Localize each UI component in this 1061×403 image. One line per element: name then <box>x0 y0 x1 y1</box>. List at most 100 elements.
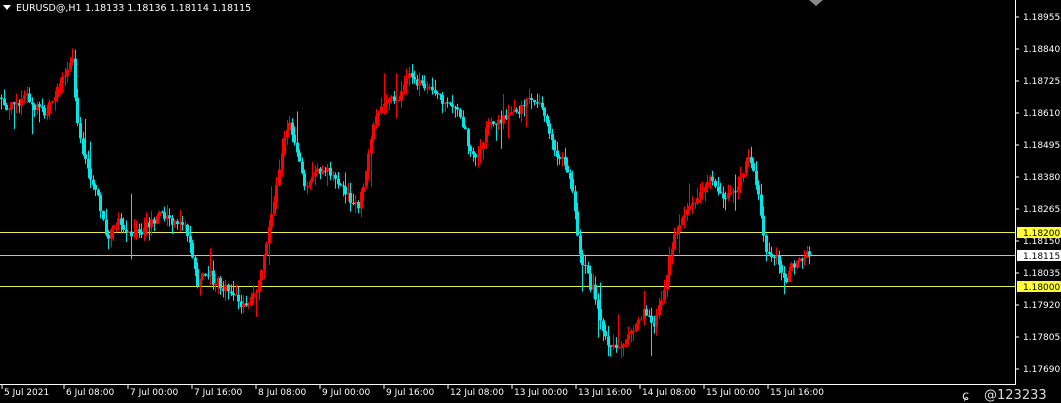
candle-body <box>89 168 92 180</box>
candle-body <box>617 347 620 349</box>
candle-body <box>431 86 434 91</box>
time-tick-label: 15 Jul 00:00 <box>706 388 760 398</box>
candle-body <box>145 222 148 229</box>
candle-body <box>102 210 105 220</box>
time-tick-label: 7 Jul 00:00 <box>130 388 179 398</box>
candle-body <box>597 299 600 309</box>
candle-body <box>487 124 490 129</box>
candle-body <box>87 158 90 169</box>
candle-body <box>393 96 396 102</box>
candle-body <box>0 97 3 99</box>
candle-body <box>173 221 176 225</box>
candle-body <box>609 345 612 347</box>
candle-body <box>135 229 138 236</box>
candle-body <box>194 257 197 270</box>
candle-body <box>258 280 261 293</box>
candle-body <box>673 234 676 249</box>
price-tick-label: 1.18955 <box>1023 13 1060 23</box>
candle-body <box>252 293 255 297</box>
candle-body <box>301 161 304 174</box>
candle-body <box>375 115 378 125</box>
watermark-icon: ɕ <box>962 389 969 403</box>
candle-body <box>645 309 648 316</box>
candle-body <box>38 104 41 107</box>
candle-body <box>31 102 34 105</box>
candle-body <box>51 101 54 103</box>
candle-body <box>479 148 482 155</box>
candle-body <box>704 187 707 193</box>
candle-body <box>477 154 480 158</box>
candle-body <box>296 142 299 153</box>
price-tick-label: 1.18380 <box>1023 173 1060 183</box>
candle-body <box>701 192 704 194</box>
candle-body <box>413 77 416 80</box>
candle-body <box>46 113 49 116</box>
candle-body <box>385 102 388 105</box>
candle-body <box>543 107 546 116</box>
candle-body <box>400 91 403 101</box>
candle-body <box>339 184 342 186</box>
candle-body <box>377 112 380 116</box>
candle-body <box>329 167 332 176</box>
candle-body <box>84 154 87 159</box>
candle-body <box>620 346 623 348</box>
candle-body <box>130 231 133 237</box>
candle-body <box>158 211 161 217</box>
candle-body <box>286 129 289 138</box>
candle-body <box>571 178 574 192</box>
candle-body <box>189 236 192 243</box>
candle-body <box>260 269 263 281</box>
candle-body <box>122 224 125 230</box>
candle-body <box>143 228 146 235</box>
candle-body <box>666 275 669 290</box>
candle-body <box>783 272 786 278</box>
candle-body <box>574 191 577 212</box>
candle-body <box>311 176 314 182</box>
candle-body <box>678 225 681 232</box>
candle-body <box>140 231 143 235</box>
candle-body <box>107 234 110 239</box>
candle-body <box>428 86 431 88</box>
candle-body <box>23 95 26 99</box>
candle-body <box>71 58 74 63</box>
candle-body <box>293 134 296 143</box>
candle-body <box>28 93 31 103</box>
candle-body <box>199 279 202 287</box>
candle-body <box>625 339 628 345</box>
candle-body <box>365 171 368 187</box>
candle-body <box>5 104 8 110</box>
candle-body <box>694 202 697 204</box>
candle-body <box>768 251 771 254</box>
candle-body <box>230 291 233 294</box>
candle-body <box>441 95 444 104</box>
candle-body <box>156 216 159 224</box>
candle-body <box>714 180 717 187</box>
candle-body <box>74 58 77 98</box>
candle-body <box>405 78 408 85</box>
candle-body <box>303 173 306 187</box>
candle-body <box>138 229 141 232</box>
candle-body <box>750 157 753 164</box>
price-tick-label: 1.18610 <box>1023 109 1060 119</box>
candle-body <box>97 189 100 196</box>
candle-body <box>722 193 725 199</box>
candle-body <box>133 235 136 237</box>
candle-body <box>569 172 572 179</box>
candle-body <box>224 284 227 292</box>
candle-body <box>533 100 536 103</box>
candle-body <box>449 102 452 105</box>
candle-body <box>372 124 375 140</box>
candle-body <box>403 84 406 92</box>
candle-body <box>757 185 760 195</box>
time-tick-label: 15 Jul 16:00 <box>770 388 824 398</box>
candle-body <box>362 186 365 193</box>
candle-body <box>576 211 579 236</box>
candle-body <box>367 153 370 172</box>
time-tick-label: 9 Jul 00:00 <box>322 388 371 398</box>
candle-body <box>110 229 113 239</box>
candle-body <box>469 146 472 152</box>
candle-body <box>15 103 18 105</box>
candle-body <box>436 93 439 95</box>
candle-body <box>66 69 69 76</box>
candle-body <box>456 107 459 110</box>
